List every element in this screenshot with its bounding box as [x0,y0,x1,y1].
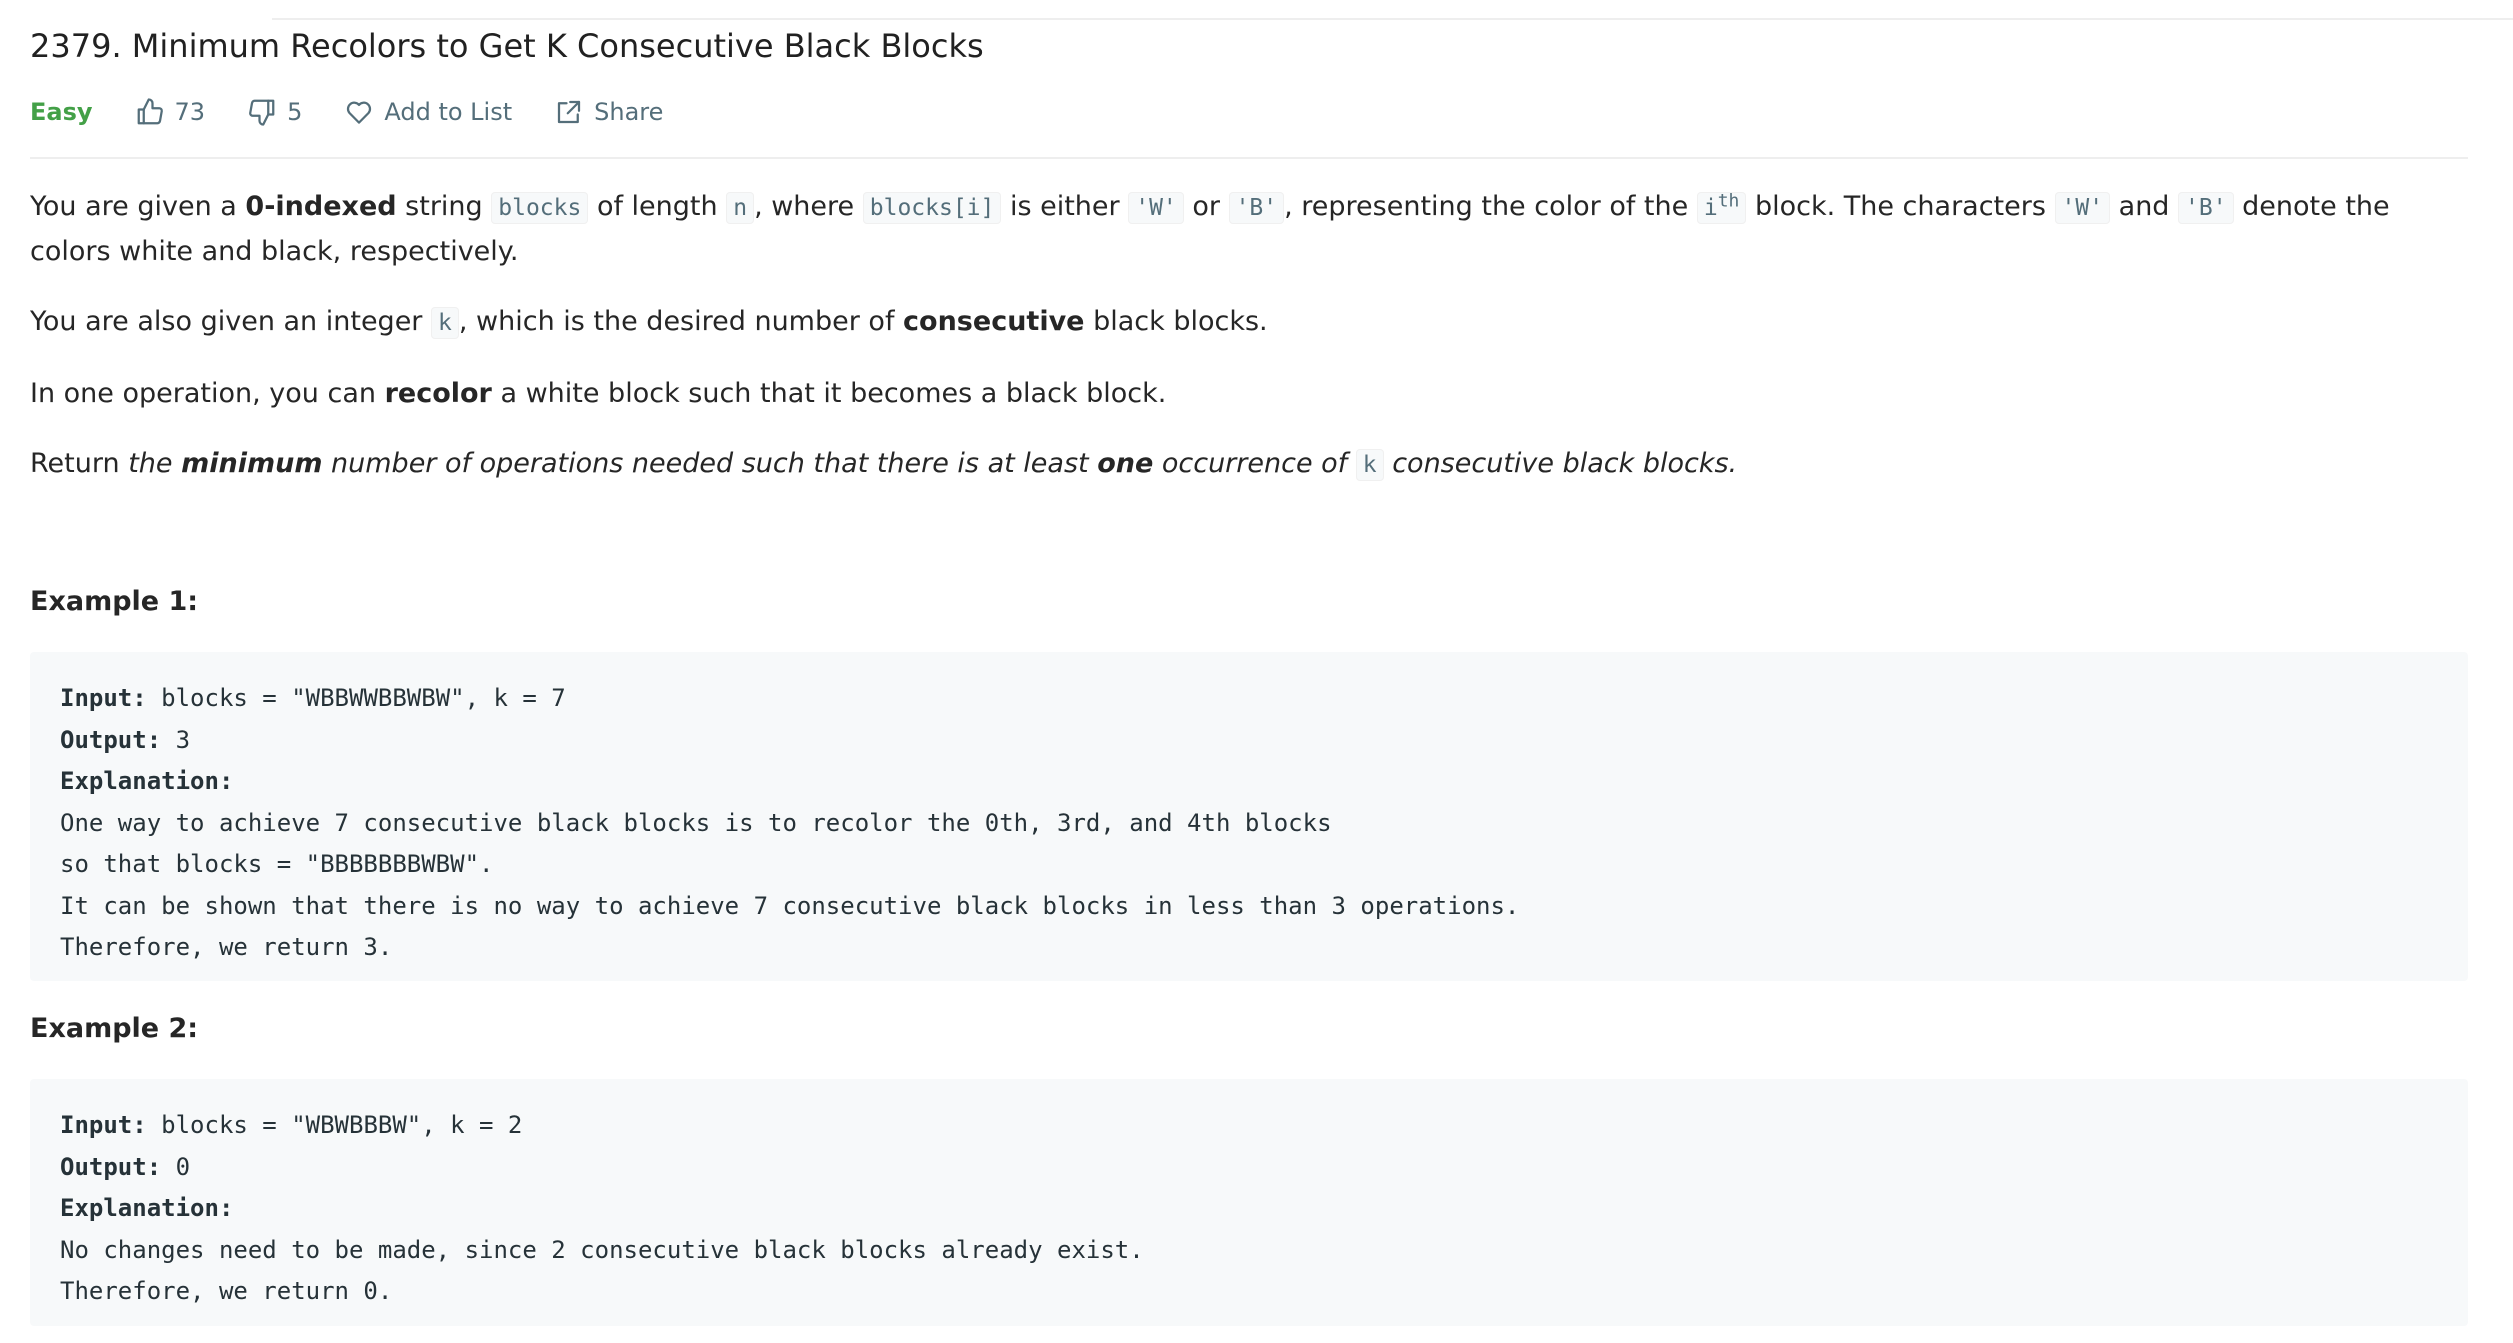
text: and [2110,191,2179,222]
text: block. The characters [1746,191,2055,222]
top-bar-border [272,0,2513,20]
explanation-label: Explanation: [60,767,234,795]
header-divider [30,157,2468,159]
example-2-block: Input: blocks = "WBWBBBW", k = 2 Output:… [30,1079,2468,1326]
example-1-title: Example 1: [30,586,199,617]
heart-icon [347,101,372,124]
explanation-line: so that blocks = "BBBBBBBWBW". [60,850,494,878]
input-label: Input: [60,684,147,712]
thumbs-down-icon [249,99,275,126]
input-label: Input: [60,1111,147,1139]
add-to-list-label: Add to List [384,98,513,126]
description-paragraph: Return the minimum number of operations … [30,442,2468,487]
text: or [1183,191,1229,222]
bold-text: consecutive [903,306,1085,337]
problem-meta-bar: Easy 73 5 Add to List Share [30,92,705,132]
text: black blocks. [1084,306,1268,337]
description-paragraph: You are given a 0-indexed string blocks … [30,185,2468,273]
text: , which is the desired number of [458,306,904,337]
input-value: blocks = "WBWBBBW", k = 2 [146,1111,523,1139]
inline-code: k [431,307,459,339]
bold-text: 0-indexed [245,191,397,222]
description-paragraph: You are also given an integer k, which i… [30,300,2468,345]
italic-text: the [128,448,182,479]
italic-text: occurrence of [1153,448,1356,479]
example-2-title: Example 2: [30,1013,199,1044]
italic-text: number of operations needed such that th… [322,448,1098,479]
explanation-line: Therefore, we return 3. [60,933,393,961]
inline-code: 'B' [1228,192,1285,224]
like-count: 73 [174,98,206,126]
like-button[interactable]: 73 [135,97,206,127]
inline-code: blocks[i] [862,192,1002,224]
share-label: Share [594,98,664,126]
output-label: Output: [60,725,162,754]
inline-code: k [1355,449,1384,481]
problem-description: You are given a 0-indexed string blocks … [30,185,2468,514]
output-value: 0 [161,1152,191,1181]
explanation-line: It can be shown that there is no way to … [60,891,1520,920]
text: Return [30,448,129,479]
inline-code: 'W' [2054,192,2111,224]
bold-italic-text: one [1097,448,1154,479]
text: string [396,191,492,222]
share-button[interactable]: Share [554,97,663,127]
output-label: Output: [60,1152,162,1181]
inline-code: ith [1696,190,1747,224]
text: , where [754,191,863,222]
superscript: th [1717,190,1740,212]
text: In one operation, you can [30,378,385,409]
dislike-count: 5 [287,98,303,126]
explanation-label: Explanation: [60,1194,234,1222]
output-value: 3 [161,725,191,754]
input-value: blocks = "WBBWWBBWBW", k = 7 [146,684,566,712]
description-paragraph: In one operation, you can recolor a whit… [30,372,2468,415]
code-text: i [1703,195,1718,221]
text: You are given a [30,191,246,222]
explanation-line: One way to achieve 7 consecutive black b… [60,808,1332,837]
italic-text: consecutive black blocks. [1383,448,1738,479]
inline-code: 'W' [1128,192,1184,224]
inline-code: n [726,192,755,224]
example-1-block: Input: blocks = "WBBWWBBWBW", k = 7 Outp… [30,652,2468,981]
text: is either [1001,191,1129,222]
inline-code: 'B' [2178,192,2234,224]
text: a white block such that it becomes a bla… [491,378,1167,409]
dislike-button[interactable]: 5 [247,97,302,127]
problem-title: 2379. Minimum Recolors to Get K Consecut… [30,27,984,65]
thumbs-up-icon [137,98,163,125]
share-icon [558,100,581,124]
difficulty-badge: Easy [30,98,93,126]
text: You are also given an integer [30,306,431,337]
add-to-list-button[interactable]: Add to List [344,97,512,127]
bold-text: recolor [384,378,492,409]
bold-italic-text: minimum [181,448,323,479]
top-bar-left [0,0,272,18]
explanation-line: No changes need to be made, since 2 cons… [60,1235,1144,1264]
text: of length [588,191,727,222]
inline-code: blocks [491,192,589,224]
text: , representing the color of the [1284,191,1697,222]
explanation-line: Therefore, we return 0. [60,1277,393,1305]
